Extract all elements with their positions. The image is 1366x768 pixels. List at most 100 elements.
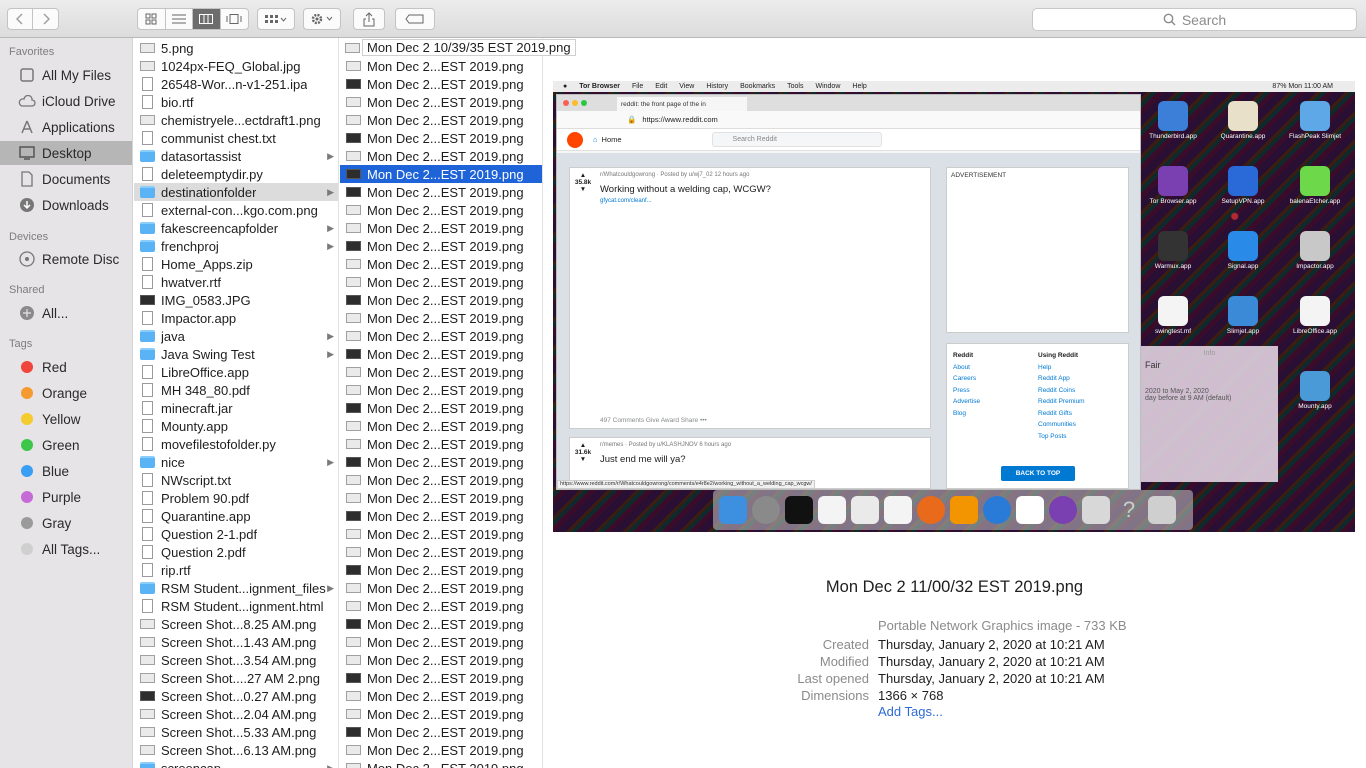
sidebar-tag-red[interactable]: Red xyxy=(0,355,132,379)
file-row[interactable]: Screen Shot...5.33 AM.png xyxy=(134,723,338,741)
file-row[interactable]: Mon Dec 2...EST 2019.png xyxy=(340,633,542,651)
file-row[interactable]: minecraft.jar xyxy=(134,399,338,417)
file-row[interactable]: Mon Dec 2...EST 2019.png xyxy=(340,345,542,363)
file-row[interactable]: movefilestofolder.py xyxy=(134,435,338,453)
share-button[interactable] xyxy=(353,8,385,30)
file-row[interactable]: Mon Dec 2...EST 2019.png xyxy=(340,183,542,201)
folder-row[interactable]: fakescreencapfolder ▶ xyxy=(134,219,338,237)
back-button[interactable] xyxy=(8,9,34,29)
file-row[interactable]: external-con...kgo.com.png xyxy=(134,201,338,219)
file-row[interactable]: Impactor.app xyxy=(134,309,338,327)
file-row[interactable]: hwatver.rtf xyxy=(134,273,338,291)
file-row[interactable]: Mon Dec 2...EST 2019.png xyxy=(340,327,542,345)
file-row[interactable]: Mon Dec 2...EST 2019.png xyxy=(340,759,542,768)
folder-row[interactable]: destinationfolder ▶ xyxy=(134,183,338,201)
file-row[interactable]: Mon Dec 2...EST 2019.png xyxy=(340,255,542,273)
file-row[interactable]: Mon Dec 2...EST 2019.png xyxy=(340,471,542,489)
sidebar-item-downloads[interactable]: Downloads xyxy=(0,193,132,217)
file-row[interactable]: Mon Dec 2...EST 2019.png xyxy=(340,489,542,507)
tags-button[interactable] xyxy=(395,8,435,30)
file-row[interactable]: deleteemptydir.py xyxy=(134,165,338,183)
file-row[interactable]: Mon Dec 2...EST 2019.png xyxy=(340,561,542,579)
sidebar-tag-gray[interactable]: Gray xyxy=(0,511,132,535)
file-row[interactable]: Mon Dec 2...EST 2019.png xyxy=(340,129,542,147)
file-row[interactable]: Mon Dec 2...EST 2019.png xyxy=(340,687,542,705)
sidebar-item-all-my-files[interactable]: All My Files xyxy=(0,63,132,87)
file-row[interactable]: communist chest.txt xyxy=(134,129,338,147)
file-row[interactable]: Mon Dec 2...EST 2019.png xyxy=(340,435,542,453)
file-row[interactable]: MH 348_80.pdf xyxy=(134,381,338,399)
file-row[interactable]: Mon Dec 2...EST 2019.png xyxy=(340,723,542,741)
folder-row[interactable]: datasortassist ▶ xyxy=(134,147,338,165)
file-row[interactable]: Mon Dec 2...EST 2019.png xyxy=(340,507,542,525)
file-row[interactable]: Mon Dec 2...EST 2019.png xyxy=(340,651,542,669)
file-row[interactable]: chemistryele...ectdraft1.png xyxy=(134,111,338,129)
file-row[interactable]: 5.png xyxy=(134,39,338,57)
file-row[interactable]: Screen Shot...0.27 AM.png xyxy=(134,687,338,705)
file-row[interactable]: bio.rtf xyxy=(134,93,338,111)
file-row[interactable]: Screen Shot...3.54 AM.png xyxy=(134,651,338,669)
icon-view-button[interactable] xyxy=(138,9,166,29)
file-row[interactable]: Mon Dec 2...EST 2019.png xyxy=(340,453,542,471)
sidebar-item-remote-disc[interactable]: Remote Disc xyxy=(0,247,132,271)
file-row[interactable]: RSM Student...ignment.html xyxy=(134,597,338,615)
file-row[interactable]: Mon Dec 2...EST 2019.png xyxy=(340,705,542,723)
file-row[interactable]: Screen Shot...6.13 AM.png xyxy=(134,741,338,759)
sidebar-item-icloud-drive[interactable]: iCloud Drive xyxy=(0,89,132,113)
file-row[interactable]: 26548-Wor...n-v1-251.ipa xyxy=(134,75,338,93)
file-row[interactable]: Mon Dec 2...EST 2019.png xyxy=(340,57,542,75)
group-button[interactable] xyxy=(257,8,295,30)
file-row[interactable]: 1024px-FEQ_Global.jpg xyxy=(134,57,338,75)
file-row[interactable]: Mon Dec 2...EST 2019.png xyxy=(340,579,542,597)
file-row[interactable]: Quarantine.app xyxy=(134,507,338,525)
file-row[interactable]: Mon Dec 2...EST 2019.png xyxy=(340,363,542,381)
file-row[interactable]: Mon Dec 2...EST 2019.png xyxy=(340,147,542,165)
file-row[interactable]: Question 2.pdf xyxy=(134,543,338,561)
file-row[interactable]: Screen Shot...8.25 AM.png xyxy=(134,615,338,633)
folder-row[interactable]: screencap ▶ xyxy=(134,759,338,768)
list-view-button[interactable] xyxy=(166,9,193,29)
file-row[interactable]: Mon Dec 2...EST 2019.png xyxy=(340,669,542,687)
file-row[interactable]: Mon Dec 2...EST 2019.png xyxy=(340,219,542,237)
file-row[interactable]: IMG_0583.JPG xyxy=(134,291,338,309)
file-row[interactable]: Problem 90.pdf xyxy=(134,489,338,507)
file-row[interactable]: Mon Dec 2...EST 2019.png xyxy=(340,309,542,327)
folder-row[interactable]: nice ▶ xyxy=(134,453,338,471)
file-row[interactable]: Screen Shot...2.04 AM.png xyxy=(134,705,338,723)
column-view-button[interactable] xyxy=(193,9,221,29)
file-row[interactable]: Mounty.app xyxy=(134,417,338,435)
file-row[interactable]: Mon Dec 2...EST 2019.png xyxy=(340,111,542,129)
file-row[interactable]: Mon Dec 2...EST 2019.png xyxy=(340,291,542,309)
forward-button[interactable] xyxy=(33,9,58,29)
file-row[interactable]: Mon Dec 2...EST 2019.png xyxy=(340,93,542,111)
sidebar-item-desktop[interactable]: Desktop xyxy=(0,141,132,165)
sidebar-tag-all-tags[interactable]: All Tags... xyxy=(0,537,132,561)
file-row[interactable]: Mon Dec 2...EST 2019.png xyxy=(340,273,542,291)
file-row[interactable]: Mon Dec 2...EST 2019.png xyxy=(340,741,542,759)
sidebar-item-shared-all[interactable]: All... xyxy=(0,301,132,325)
folder-row[interactable]: Java Swing Test ▶ xyxy=(134,345,338,363)
sidebar-item-documents[interactable]: Documents xyxy=(0,167,132,191)
action-button[interactable] xyxy=(303,8,341,30)
file-row[interactable]: Mon Dec 2...EST 2019.png xyxy=(340,381,542,399)
file-row[interactable]: Mon Dec 2...EST 2019.png xyxy=(340,597,542,615)
file-row[interactable]: Screen Shot....27 AM 2.png xyxy=(134,669,338,687)
file-row[interactable]: Mon Dec 2...EST 2019.png xyxy=(340,75,542,93)
gallery-view-button[interactable] xyxy=(221,9,248,29)
sidebar-tag-orange[interactable]: Orange xyxy=(0,381,132,405)
file-row[interactable]: NWscript.txt xyxy=(134,471,338,489)
search-field[interactable]: Search xyxy=(1032,8,1357,31)
file-row[interactable]: Mon Dec 2...EST 2019.png xyxy=(340,165,542,183)
sidebar-tag-yellow[interactable]: Yellow xyxy=(0,407,132,431)
file-row[interactable]: Mon Dec 2...EST 2019.png xyxy=(340,543,542,561)
file-row[interactable]: Home_Apps.zip xyxy=(134,255,338,273)
file-row[interactable]: Mon Dec 2...EST 2019.png xyxy=(340,237,542,255)
sidebar-item-applications[interactable]: Applications xyxy=(0,115,132,139)
folder-row[interactable]: RSM Student...ignment_files ▶ xyxy=(134,579,338,597)
file-row[interactable]: LibreOffice.app xyxy=(134,363,338,381)
folder-row[interactable]: java ▶ xyxy=(134,327,338,345)
file-row[interactable]: Mon Dec 2...EST 2019.png xyxy=(340,525,542,543)
file-row[interactable]: Mon Dec 2...EST 2019.png xyxy=(340,417,542,435)
file-row[interactable]: rip.rtf xyxy=(134,561,338,579)
file-row[interactable]: Mon Dec 2...EST 2019.png xyxy=(340,615,542,633)
